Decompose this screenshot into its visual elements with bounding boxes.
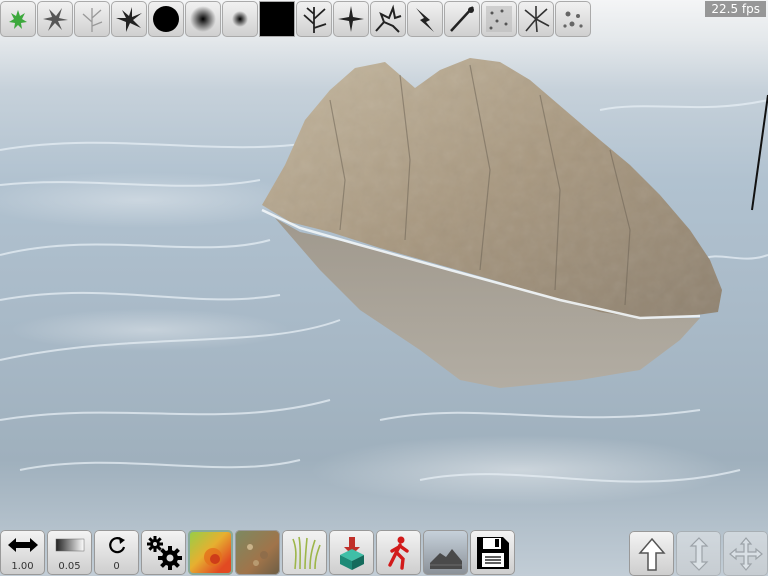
settings-button[interactable] (141, 530, 186, 575)
splash-brush-icon (116, 7, 142, 32)
brush-button-16[interactable] (555, 1, 591, 37)
arrow-up-icon (637, 537, 666, 571)
brush-button-15[interactable] (518, 1, 554, 37)
brush-button-6[interactable] (185, 1, 221, 37)
gradient-icon (55, 538, 84, 552)
brush-strength-control[interactable]: 0.05 (47, 530, 92, 575)
grass-icon (291, 536, 321, 569)
brush-size-control[interactable]: 1.00 (0, 530, 45, 575)
brush-size-value: 1.00 (11, 561, 34, 572)
brush-button-3[interactable] (74, 1, 110, 37)
brush-button-13[interactable] (444, 1, 480, 37)
terrain-view-button[interactable] (423, 530, 468, 575)
brush-button-10[interactable] (333, 1, 369, 37)
terrain-viewport[interactable] (0, 0, 768, 576)
move-all-button[interactable] (723, 531, 768, 576)
rotate-icon (108, 537, 125, 554)
brush-rotation-control[interactable]: 0 (94, 530, 139, 575)
up-down-arrows-icon (689, 536, 708, 571)
noise-brush-icon (486, 6, 512, 32)
move-up-button[interactable] (629, 531, 674, 576)
floppy-disk-icon (476, 536, 509, 569)
soft-circle-brush-icon (190, 6, 216, 32)
brush-rotation-value: 0 (113, 561, 120, 572)
brush-button-11[interactable] (370, 1, 406, 37)
rock-texture-icon (246, 543, 268, 566)
brush-button-4[interactable] (111, 1, 147, 37)
brush-toolbar (0, 0, 591, 38)
splat-brush-icon (43, 8, 68, 31)
move-vertical-button[interactable] (676, 531, 721, 576)
texture-paint-button[interactable] (235, 530, 280, 575)
star-brush-icon (338, 6, 364, 32)
brush-strength-value: 0.05 (58, 561, 81, 572)
save-button[interactable] (470, 530, 515, 575)
branch-brush-icon (303, 7, 327, 33)
brush-button-9[interactable] (296, 1, 332, 37)
box-arrow-down-icon (339, 536, 364, 570)
navigation-buttons (629, 530, 768, 576)
import-button[interactable] (329, 530, 374, 575)
fps-counter: 22.5 fps (705, 1, 766, 17)
green-splat-brush-icon (9, 10, 27, 29)
brush-button-12[interactable] (407, 1, 443, 37)
brush-button-14[interactable] (481, 1, 517, 37)
grass-paint-button[interactable] (282, 530, 327, 575)
four-arrows-icon (728, 536, 763, 571)
walk-mode-button[interactable] (376, 530, 421, 575)
brush-button-2[interactable] (37, 1, 73, 37)
streak-brush-icon (450, 6, 474, 32)
lightning-brush-icon (416, 8, 434, 32)
dots-brush-icon (563, 11, 583, 28)
bottom-toolbar: 1.00 0.05 0 (0, 529, 515, 576)
heightmap-icon (203, 547, 222, 566)
burst-brush-icon (524, 6, 550, 33)
double-arrow-icon (7, 538, 38, 552)
brush-button-1[interactable] (0, 1, 36, 37)
terrain-icon (429, 548, 462, 569)
gears-icon (146, 535, 182, 570)
marker-pole (751, 94, 768, 211)
brush-button-8[interactable] (259, 1, 295, 37)
small-circle-brush-icon (232, 11, 248, 27)
crack-brush-icon (375, 4, 402, 33)
brush-button-7[interactable] (222, 1, 258, 37)
heightmap-paint-button[interactable] (188, 530, 233, 575)
faint-branch-brush-icon (82, 8, 103, 32)
scene (0, 58, 768, 483)
walking-man-icon (387, 536, 409, 570)
brush-button-5[interactable] (148, 1, 184, 37)
hard-circle-brush-icon (153, 6, 179, 32)
